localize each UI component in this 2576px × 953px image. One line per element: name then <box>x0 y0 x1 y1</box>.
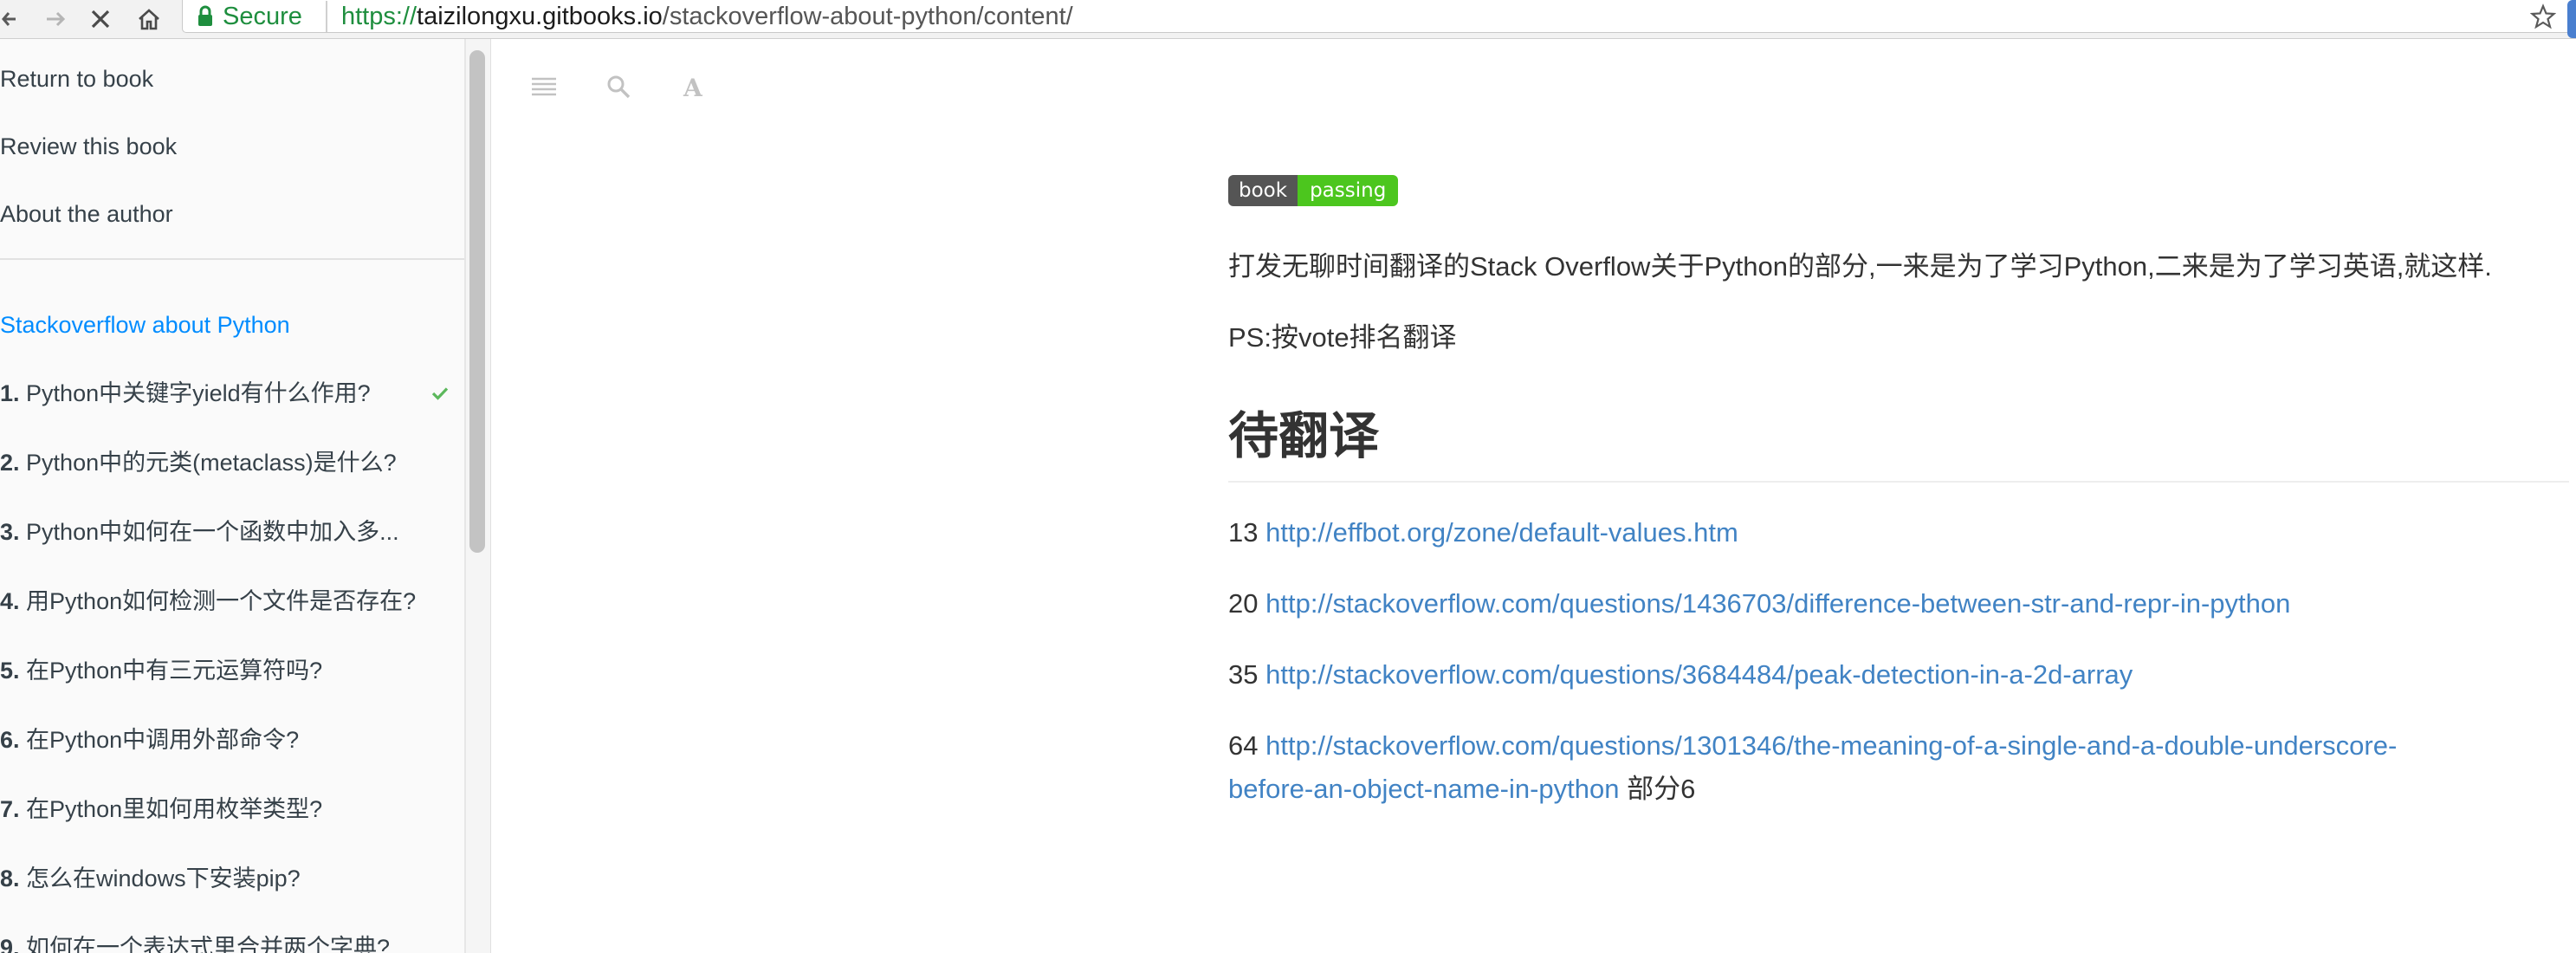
sidebar-divider <box>0 258 464 260</box>
sidebar-item-3[interactable]: 3. Python中如何在一个函数中加入多... <box>0 515 399 549</box>
sidebar-item-label: 怎么在windows下安装pip? <box>26 865 301 891</box>
sidebar-item-label: Python中关键字yield有什么作用? <box>26 380 371 406</box>
sidebar-item-4[interactable]: 4. 用Python如何检测一个文件是否存在? <box>0 584 416 619</box>
item-suffix: 部分6 <box>1627 774 1696 804</box>
item-number: 35 <box>1228 659 1259 690</box>
badge-right-label: passing <box>1298 175 1399 206</box>
extension-icon[interactable] <box>2567 0 2576 38</box>
browser-toolbar: Secure https://taizilongxu.gitbooks.io/s… <box>0 0 2576 39</box>
list-item: 20 http://stackoverflow.com/questions/14… <box>1228 587 2290 621</box>
font-settings-icon[interactable]: A <box>676 69 710 104</box>
item-link[interactable]: http://stackoverflow.com/questions/36844… <box>1265 659 2133 690</box>
item-link[interactable]: before-an-object-name-in-python <box>1228 774 1619 804</box>
ps-paragraph: PS:按vote排名翻译 <box>1228 322 1457 353</box>
address-bar[interactable]: Secure https://taizilongxu.gitbooks.io/s… <box>182 0 2573 33</box>
stop-icon[interactable] <box>83 0 118 38</box>
lock-icon <box>198 5 212 26</box>
sidebar-item-number: 3. <box>0 519 20 545</box>
list-item: 35 http://stackoverflow.com/questions/36… <box>1228 658 2133 692</box>
item-link[interactable]: http://stackoverflow.com/questions/14367… <box>1265 588 2290 619</box>
url-text[interactable]: https://taizilongxu.gitbooks.io/stackove… <box>326 1 1073 32</box>
sidebar-item-6[interactable]: 6. 在Python中调用外部命令? <box>0 723 299 757</box>
build-status-badge[interactable]: book passing <box>1228 175 1399 206</box>
intro-paragraph: 打发无聊时间翻译的Stack Overflow关于Python的部分,一来是为了… <box>1228 251 2492 282</box>
secure-label: Secure <box>223 2 302 30</box>
sidebar-item-number: 6. <box>0 727 20 753</box>
sidebar-link-author[interactable]: About the author <box>0 197 173 231</box>
item-number: 64 <box>1228 730 1259 761</box>
sidebar-item-5[interactable]: 5. 在Python中有三元运算符吗? <box>0 653 322 688</box>
book-sidebar: Return to book Review this book About th… <box>0 39 466 953</box>
url-path: /stackoverflow-about-python/content/ <box>662 3 1073 30</box>
bookmark-star-icon[interactable] <box>2530 1 2556 32</box>
sidebar-item-number: 4. <box>0 588 20 614</box>
badge-left-label: book <box>1228 175 1298 206</box>
sidebar-scrollbar-thumb[interactable] <box>469 50 485 553</box>
heading-divider <box>1228 481 2569 483</box>
sidebar-item-number: 2. <box>0 450 20 476</box>
sidebar-item-label: Python中的元类(metaclass)是什么? <box>26 450 397 476</box>
sidebar-item-7[interactable]: 7. 在Python里如何用枚举类型? <box>0 792 322 827</box>
item-link[interactable]: http://effbot.org/zone/default-values.ht… <box>1265 517 1738 548</box>
home-icon[interactable] <box>130 0 168 38</box>
secure-indicator[interactable]: Secure <box>197 1 302 32</box>
item-number: 13 <box>1228 517 1259 548</box>
sidebar-item-label: 如何在一个表达式里合并两个字典? <box>26 935 391 953</box>
search-icon[interactable] <box>601 69 636 104</box>
sidebar-item-number: 5. <box>0 658 20 684</box>
svg-text:A: A <box>683 75 703 99</box>
sidebar-item-number: 7. <box>0 796 20 822</box>
sidebar-item-label: Python中如何在一个函数中加入多... <box>26 519 399 545</box>
sidebar-item-number: 9. <box>0 935 20 953</box>
sidebar-item-label: 用Python如何检测一个文件是否存在? <box>26 588 417 614</box>
list-item-continuation: before-an-object-name-in-python 部分6 <box>1228 772 1695 807</box>
menu-icon[interactable] <box>527 69 561 104</box>
page-heading: 待翻译 <box>1228 408 1380 464</box>
url-host: taizilongxu.gitbooks.io <box>417 3 663 30</box>
sidebar-item-1[interactable]: 1. Python中关键字yield有什么作用? <box>0 376 371 411</box>
forward-icon[interactable] <box>38 0 73 38</box>
url-scheme: https:// <box>341 3 417 30</box>
sidebar-item-label: 在Python中有三元运算符吗? <box>26 658 323 684</box>
item-link[interactable]: http://stackoverflow.com/questions/13013… <box>1265 730 2397 761</box>
list-item: 64 http://stackoverflow.com/questions/13… <box>1228 729 2397 763</box>
list-item: 13 http://effbot.org/zone/default-values… <box>1228 515 1738 550</box>
sidebar-item-number: 8. <box>0 865 20 891</box>
sidebar-item-label: 在Python中调用外部命令? <box>26 727 300 753</box>
sidebar-item-8[interactable]: 8. 怎么在windows下安装pip? <box>0 861 301 896</box>
sidebar-item-9[interactable]: 9. 如何在一个表达式里合并两个字典? <box>0 930 390 953</box>
sidebar-item-label: 在Python里如何用枚举类型? <box>26 796 323 822</box>
checkmark-icon <box>431 376 449 411</box>
sidebar-item-number: 1. <box>0 380 20 406</box>
sidebar-link-return[interactable]: Return to book <box>0 62 153 96</box>
sidebar-chapter-title[interactable]: Stackoverflow about Python <box>0 308 290 342</box>
item-number: 20 <box>1228 588 1259 619</box>
sidebar-link-review[interactable]: Review this book <box>0 129 177 164</box>
back-icon[interactable] <box>0 0 21 38</box>
sidebar-item-2[interactable]: 2. Python中的元类(metaclass)是什么? <box>0 445 397 480</box>
